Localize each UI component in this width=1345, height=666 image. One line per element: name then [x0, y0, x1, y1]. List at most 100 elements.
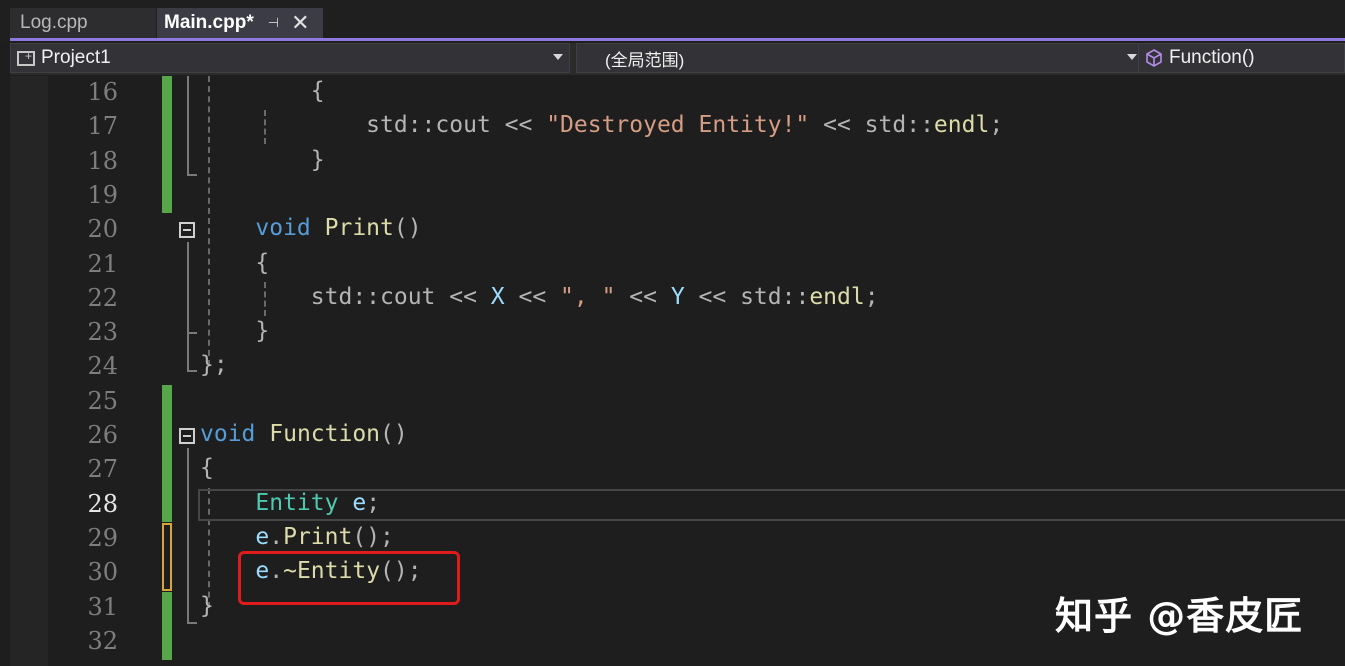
- code-token: }: [200, 318, 270, 345]
- line-number: 25: [87, 386, 118, 415]
- line-number: 20: [87, 215, 118, 244]
- code-text: {: [200, 78, 325, 104]
- code-text: e.Print();: [200, 524, 394, 550]
- code-token: void: [200, 421, 270, 447]
- code-line[interactable]: 27 {: [0, 453, 1345, 487]
- line-number: 32: [87, 626, 118, 655]
- scope-dropdown[interactable]: (全局范围): [576, 43, 1144, 73]
- code-token: <<: [615, 283, 671, 310]
- code-text: void Function(): [200, 421, 408, 447]
- code-token: .: [269, 523, 284, 550]
- chevron-down-icon[interactable]: [1127, 54, 1137, 60]
- project-dropdown[interactable]: Project1: [10, 43, 570, 73]
- code-token: }: [200, 592, 214, 619]
- code-line[interactable]: 17 std::cout << "Destroyed Entity!" << s…: [0, 110, 1345, 144]
- watermark: 知乎 @香皮匠: [1055, 594, 1304, 638]
- chevron-down-icon[interactable]: [553, 54, 563, 60]
- code-token: "Destroyed Entity!": [546, 112, 810, 139]
- code-token: std::cout <<: [200, 112, 547, 139]
- tab-main-cpp[interactable]: Main.cpp* ⊣ ✕: [157, 8, 323, 38]
- code-token: (): [380, 421, 408, 447]
- code-text: {: [200, 250, 269, 276]
- code-token: };: [200, 352, 228, 379]
- function-label: Function(): [1169, 47, 1255, 68]
- code-line[interactable]: 23 }: [0, 316, 1345, 350]
- line-number: 24: [87, 352, 118, 381]
- code-text: std::cout << X << ", " << Y << std::endl…: [200, 284, 879, 310]
- code-line[interactable]: 18 }: [0, 145, 1345, 179]
- code-line[interactable]: 19: [0, 179, 1345, 213]
- code-text: };: [200, 352, 228, 378]
- code-line[interactable]: 24};: [0, 350, 1345, 384]
- code-line[interactable]: 26 void Function(): [0, 419, 1345, 453]
- close-icon[interactable]: ✕: [291, 10, 309, 36]
- line-number: 23: [87, 318, 118, 347]
- code-token: e: [200, 523, 270, 550]
- code-token: <<: [504, 283, 561, 310]
- code-token: (): [393, 215, 422, 242]
- code-token: {: [200, 455, 214, 482]
- code-token: Entity: [200, 489, 353, 516]
- code-text: void Print(): [200, 215, 422, 242]
- code-token: ;: [366, 489, 381, 516]
- active-tab-accent-line: [10, 38, 1345, 41]
- code-token: ();: [352, 523, 394, 550]
- code-token: ", ": [560, 283, 616, 310]
- line-number: 30: [87, 558, 118, 587]
- code-line[interactable]: 21 {: [0, 248, 1345, 282]
- code-token: ;: [989, 112, 1004, 139]
- code-token: endl: [933, 112, 990, 139]
- scope-label: (全局范围): [605, 50, 685, 70]
- line-number: 31: [87, 592, 118, 621]
- line-number: 18: [87, 146, 118, 175]
- project-icon: [17, 49, 35, 66]
- code-token: << std::: [684, 283, 810, 310]
- code-token: X: [490, 283, 505, 310]
- tab-label: Log.cpp: [20, 12, 88, 33]
- navigation-bar: Project1 (全局范围) Function(): [10, 43, 1345, 75]
- code-line[interactable]: 16 {: [0, 76, 1345, 110]
- function-dropdown[interactable]: Function(): [1138, 43, 1345, 73]
- code-text: {: [200, 455, 214, 481]
- code-token: << std::: [809, 112, 934, 139]
- tab-label: Main.cpp*: [164, 12, 254, 33]
- code-token: endl: [809, 283, 865, 310]
- line-number: 19: [87, 180, 118, 209]
- line-number: 28: [87, 489, 118, 518]
- code-token: void: [200, 215, 325, 242]
- code-line[interactable]: 28 Entity e;: [0, 488, 1345, 522]
- code-token: Function: [269, 421, 381, 447]
- line-number: 27: [87, 455, 118, 484]
- tab-log-cpp[interactable]: Log.cpp: [10, 8, 156, 38]
- line-number: 29: [87, 523, 118, 552]
- code-line[interactable]: 20 void Print(): [0, 213, 1345, 247]
- code-token: Y: [670, 283, 685, 310]
- pin-icon[interactable]: ⊣: [268, 15, 279, 31]
- code-line[interactable]: 29 e.Print();: [0, 522, 1345, 556]
- code-line[interactable]: 22 std::cout << X << ", " << Y << std::e…: [0, 282, 1345, 316]
- code-text: Entity e;: [200, 490, 380, 516]
- line-number: 22: [87, 283, 118, 312]
- cube-icon: [1146, 49, 1162, 67]
- line-number: 16: [87, 78, 118, 106]
- annotation-highlight-box: [238, 551, 460, 605]
- code-token: ;: [864, 283, 879, 310]
- code-editor[interactable]: 16 {17 std::cout << "Destroyed Entity!" …: [0, 76, 1345, 666]
- code-line[interactable]: 25: [0, 385, 1345, 419]
- code-text: std::cout << "Destroyed Entity!" << std:…: [200, 112, 1003, 138]
- line-number: 17: [87, 112, 118, 141]
- line-number: 21: [87, 249, 118, 278]
- line-number: 26: [87, 421, 118, 449]
- document-tab-strip: Log.cpp Main.cpp* ⊣ ✕: [0, 0, 1345, 42]
- code-text: }: [200, 593, 214, 619]
- code-token: Print: [283, 523, 353, 550]
- code-text: }: [200, 318, 269, 344]
- code-token: std::cout <<: [200, 283, 491, 310]
- project-label: Project1: [41, 47, 111, 68]
- code-token: e: [352, 489, 367, 516]
- code-token: }: [200, 146, 325, 173]
- code-token: {: [200, 249, 270, 276]
- code-token: Print: [324, 215, 394, 242]
- code-token: {: [200, 78, 325, 104]
- code-text: }: [200, 147, 325, 173]
